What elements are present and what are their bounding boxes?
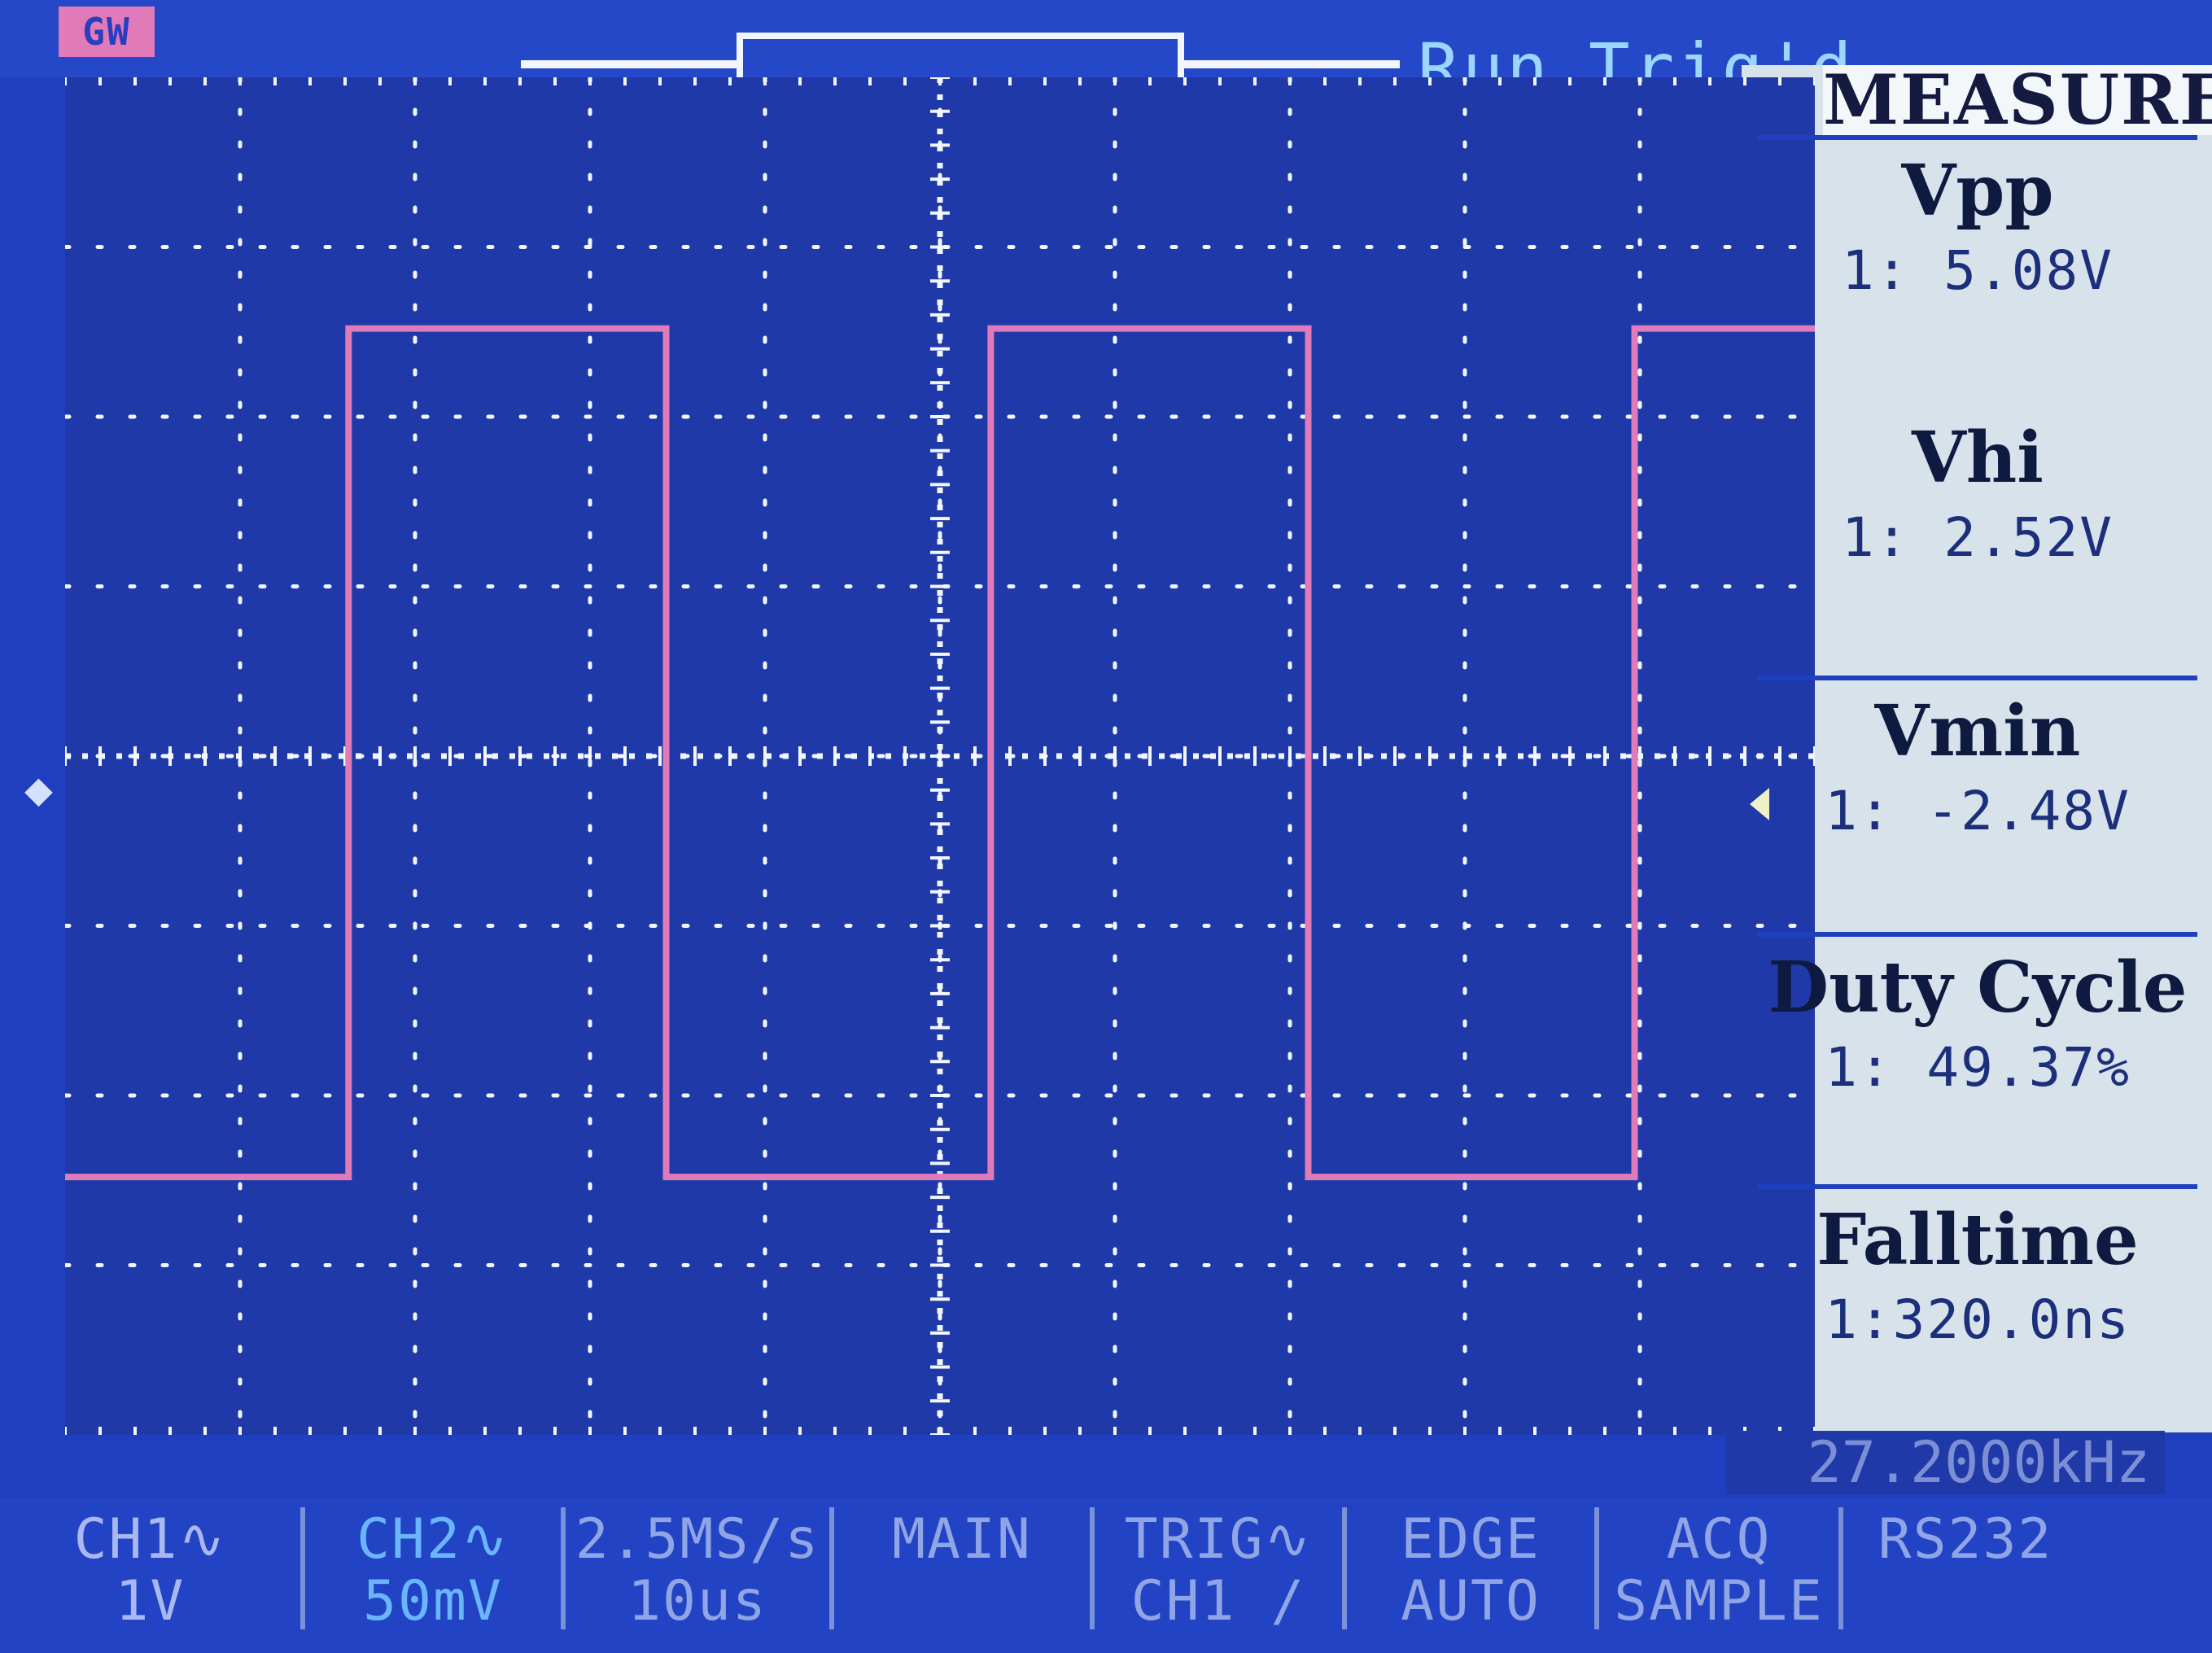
measure-value-vhi: 1: 2.52V	[1842, 506, 2114, 570]
measure-name-vmin: Vmin	[1874, 690, 2081, 772]
bottom-ch1-setting[interactable]: CH1∿ 1V	[0, 1507, 305, 1629]
bottom-time-per-div: 10us	[627, 1569, 767, 1633]
bottom-trigger-setting[interactable]: TRIG∿ CH1 /	[1095, 1507, 1347, 1629]
bottom-rs232-label: RS232	[1878, 1507, 2053, 1572]
oscilloscope-screen: GW Run Trig'd ◆ MEASURE Vpp 1: 5.08V Vhi…	[0, 0, 2212, 1653]
measure-menu-title: MEASURE	[1823, 59, 2212, 140]
brand-logo: GW	[59, 7, 155, 57]
bottom-ch1-scale: 1V	[115, 1569, 186, 1633]
measure-name-falltime: Falltime	[1816, 1199, 2139, 1281]
bottom-trig-label: TRIG∿	[1124, 1507, 1313, 1572]
bottom-timebase-setting[interactable]: 2.5MS/s 10us	[566, 1507, 834, 1629]
waveform-display	[63, 75, 1817, 1437]
bottom-status-bar: CH1∿ 1V CH2∿ 50mV 2.5MS/s 10us MAIN TRIG…	[0, 1498, 2212, 1653]
bottom-edge-mode: AUTO	[1401, 1569, 1541, 1633]
measure-value-falltime: 1:320.0ns	[1825, 1288, 2131, 1352]
bottom-ch2-label: CH2∿	[356, 1507, 509, 1572]
measure-name-vhi: Vhi	[1912, 417, 2044, 499]
bottom-main-timebase[interactable]: MAIN	[834, 1507, 1095, 1629]
bottom-main-label: MAIN	[892, 1507, 1032, 1572]
bottom-acquire-setting[interactable]: ACQ SAMPLE	[1599, 1507, 1843, 1629]
measure-value-vmin: 1: -2.48V	[1825, 780, 2131, 843]
measure-item-vmin[interactable]: Vmin 1: -2.48V	[1758, 676, 2197, 925]
ch1-ground-marker-icon: ◆	[24, 761, 53, 816]
bottom-ch2-scale: 50mV	[363, 1569, 503, 1633]
measure-name-duty-cycle: Duty Cycle	[1768, 947, 2188, 1029]
measure-item-vpp[interactable]: Vpp 1: 5.08V	[1758, 135, 2197, 384]
bottom-ch1-label: CH1∿	[73, 1507, 227, 1572]
measure-value-duty-cycle: 1: 49.37%	[1825, 1036, 2131, 1100]
bottom-trig-source: CH1 /	[1130, 1569, 1306, 1633]
measure-item-falltime[interactable]: Falltime 1:320.0ns	[1758, 1184, 2197, 1433]
bottom-rs232-setting[interactable]: RS232	[1843, 1507, 2087, 1629]
measure-value-vpp: 1: 5.08V	[1842, 239, 2114, 303]
bottom-ch2-setting[interactable]: CH2∿ 50mV	[305, 1507, 566, 1629]
bottom-acq-mode: SAMPLE	[1614, 1569, 1824, 1633]
bottom-edge-label: EDGE	[1401, 1507, 1541, 1572]
bottom-sample-rate: 2.5MS/s	[575, 1507, 820, 1572]
bottom-edge-setting[interactable]: EDGE AUTO	[1347, 1507, 1599, 1629]
measure-item-duty-cycle[interactable]: Duty Cycle 1: 49.37%	[1758, 932, 2197, 1181]
bottom-acq-label: ACQ	[1666, 1507, 1772, 1572]
waveform-svg	[63, 75, 1817, 1437]
frequency-readout: 27.2000kHz	[1725, 1431, 2165, 1494]
measure-name-vpp: Vpp	[1901, 150, 2054, 232]
measure-item-vhi[interactable]: Vhi 1: 2.52V	[1758, 407, 2197, 651]
